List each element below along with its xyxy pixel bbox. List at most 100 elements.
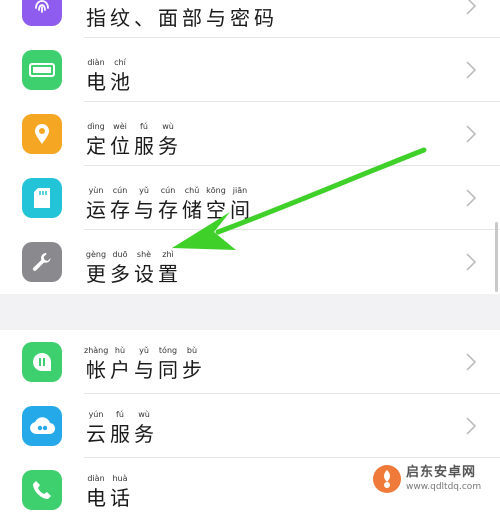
label-char: 设 xyxy=(134,262,154,286)
label-char: 务 xyxy=(134,422,154,446)
settings-row-battery[interactable]: diàn chí 电池 xyxy=(0,38,500,102)
label-char: 面 xyxy=(158,6,178,30)
chevron-right-icon xyxy=(466,189,477,207)
pinyin-row: diàn chí xyxy=(84,56,132,70)
label-char: 间 xyxy=(230,198,250,222)
label-text: 运存与存储空间 xyxy=(84,198,252,222)
pinyin: chí xyxy=(114,58,126,67)
pinyin-row: gèng duō shè zhì xyxy=(84,248,180,262)
settings-group-device: 指纹、面部与密码 diàn chí 电池 dìng wèi fú wù 定 位 … xyxy=(0,0,500,294)
pinyin: wèi xyxy=(113,122,127,131)
settings-row-accounts-and-sync[interactable]: zhàng hù yǔ tóng bù 帐户与同步 xyxy=(0,330,500,394)
pinyin: wù xyxy=(162,122,174,131)
label-char: 话 xyxy=(110,486,130,510)
pinyin: fú xyxy=(140,122,148,131)
pinyin-row: yùn cún yǔ cún chǔ kōng jiān xyxy=(84,184,252,198)
scrollbar[interactable] xyxy=(495,222,498,292)
label-char: 密 xyxy=(230,6,250,30)
pinyin: zhì xyxy=(162,250,174,259)
label-char: 、 xyxy=(134,6,154,30)
pinyin-row: zhàng hù yǔ tóng bù xyxy=(84,344,204,358)
label-char: 池 xyxy=(110,70,130,94)
watermark-url: www.qdltdq.com xyxy=(406,482,482,492)
label-char: 帐 xyxy=(86,358,106,382)
label-char: 服 xyxy=(110,422,130,446)
label-char: 电 xyxy=(86,486,106,510)
pinyin: dìng xyxy=(87,122,105,131)
settings-row-more-settings[interactable]: gèng duō shè zhì 更多设置 xyxy=(0,230,500,294)
pinyin: chǔ xyxy=(184,186,200,195)
settings-row-label: yùn cún yǔ cún chǔ kōng jiān 运存与存储空间 xyxy=(84,184,252,222)
label-text: 电池 xyxy=(84,70,132,94)
settings-row-label: dìng wèi fú wù 定位服务 xyxy=(84,120,180,158)
pinyin-row: dìng wèi fú wù xyxy=(84,120,180,134)
label-char: 码 xyxy=(254,6,274,30)
label-char: 同 xyxy=(158,358,178,382)
fingerprint-icon xyxy=(22,0,62,26)
section-gap xyxy=(0,294,500,330)
pinyin: tóng xyxy=(158,346,178,355)
pinyin: wù xyxy=(138,410,150,419)
pinyin-row: yún fú wù xyxy=(84,408,156,422)
pinyin: shè xyxy=(136,250,152,259)
sd-card-icon xyxy=(22,178,62,218)
label-char: 云 xyxy=(86,422,106,446)
cloud-icon xyxy=(22,406,62,446)
settings-row-ram-and-storage[interactable]: yùn cún yǔ cún chǔ kōng jiān 运存与存储空间 xyxy=(0,166,500,230)
settings-row-cloud-service[interactable]: yún fú wù 云服务 xyxy=(0,394,500,458)
pinyin: yùn xyxy=(88,186,104,195)
label-char: 与 xyxy=(134,198,154,222)
label-char: 存 xyxy=(158,198,178,222)
label-char: 指 xyxy=(86,6,106,30)
label-char: 务 xyxy=(158,134,178,158)
settings-row-label: yún fú wù 云服务 xyxy=(84,408,156,446)
watermark-text: 启东安卓网 www.qdltdq.com xyxy=(406,465,481,493)
pinyin: hù xyxy=(114,346,126,355)
label-char: 多 xyxy=(110,262,130,286)
settings-row-label: diàn chí 电池 xyxy=(84,56,132,94)
label-char: 电 xyxy=(86,70,106,94)
label-char: 与 xyxy=(134,358,154,382)
label-char: 存 xyxy=(110,198,130,222)
pinyin: fú xyxy=(116,410,124,419)
label-char: 纹 xyxy=(110,6,130,30)
label-char: 更 xyxy=(86,262,106,286)
pinyin: bù xyxy=(186,346,198,355)
wrench-icon xyxy=(22,242,62,282)
label-char: 步 xyxy=(182,358,202,382)
pinyin: duō xyxy=(112,250,128,259)
settings-row-label: 指纹、面部与密码 xyxy=(84,0,276,30)
pinyin: cún xyxy=(160,186,176,195)
chevron-right-icon xyxy=(466,61,477,79)
pinyin: yǔ xyxy=(139,186,149,195)
label-char: 部 xyxy=(182,6,202,30)
watermark-logo-icon xyxy=(373,465,401,493)
label-text: 更多设置 xyxy=(84,262,180,286)
pinyin: cún xyxy=(112,186,128,195)
watermark-title: 启东安卓网 xyxy=(406,465,477,480)
pinyin: diàn xyxy=(87,58,105,67)
label-text: 定位服务 xyxy=(84,134,180,158)
site-watermark: 启东安卓网 www.qdltdq.com xyxy=(372,462,498,496)
label-text: 电话 xyxy=(84,486,132,510)
pinyin: jiān xyxy=(232,186,248,195)
settings-row-label: zhàng hù yǔ tóng bù 帐户与同步 xyxy=(84,344,204,382)
label-text: 帐户与同步 xyxy=(84,358,204,382)
label-char: 服 xyxy=(134,134,154,158)
account-sync-icon xyxy=(22,342,62,382)
label-text: 云服务 xyxy=(84,422,156,446)
chevron-right-icon xyxy=(466,353,477,371)
chevron-right-icon xyxy=(466,0,477,15)
label-text: 指纹、面部与密码 xyxy=(84,6,276,30)
label-char: 定 xyxy=(86,134,106,158)
label-char: 与 xyxy=(206,6,226,30)
chevron-right-icon xyxy=(466,125,477,143)
pinyin: diàn xyxy=(87,474,105,483)
label-char: 运 xyxy=(86,198,106,222)
settings-row-location[interactable]: dìng wèi fú wù 定位服务 xyxy=(0,102,500,166)
location-icon xyxy=(22,114,62,154)
settings-row-fingerprint-face-password[interactable]: 指纹、面部与密码 xyxy=(0,0,500,38)
chevron-right-icon xyxy=(466,417,477,435)
pinyin: huà xyxy=(112,474,128,483)
label-char: 置 xyxy=(158,262,178,286)
